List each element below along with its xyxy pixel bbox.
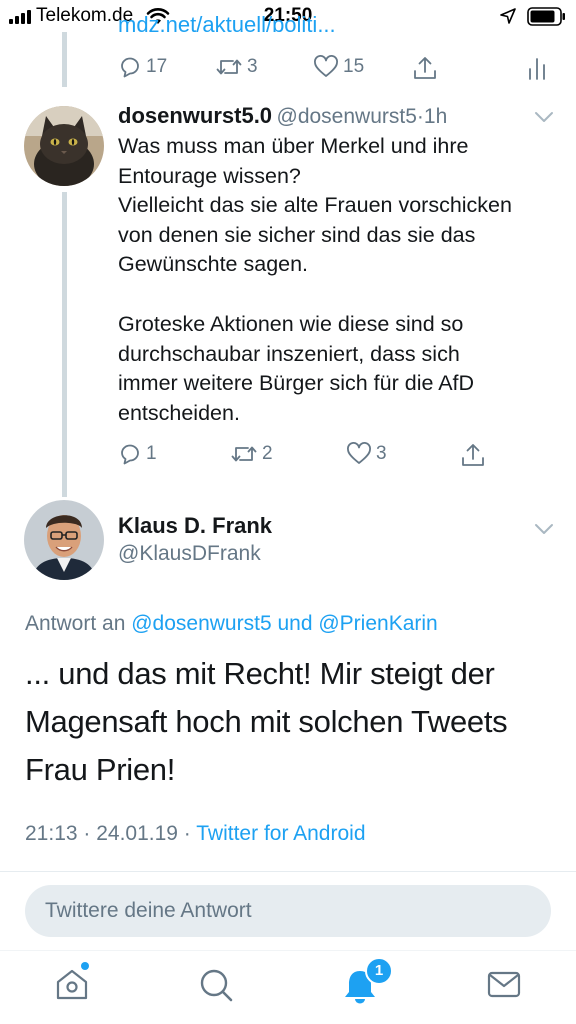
heart-icon — [314, 55, 338, 77]
reply-prefix: Antwort an — [25, 612, 126, 635]
author-handle[interactable]: @KlausDFrank — [118, 542, 261, 566]
mail-icon — [487, 971, 521, 998]
tweet-source-link[interactable]: Twitter for Android — [196, 822, 365, 845]
reply-icon — [121, 444, 139, 465]
home-icon — [56, 962, 89, 1000]
tweet-text: ... und das mit Recht! Mir steigt der Ma… — [25, 656, 508, 787]
reply-button[interactable]: 1 — [118, 442, 157, 466]
retweet-icon — [231, 446, 257, 462]
separator-dot: · — [416, 105, 424, 128]
search-icon — [200, 969, 233, 1002]
like-count: 15 — [343, 56, 365, 77]
tweet-time: 1h — [423, 105, 448, 128]
reply-mention-link[interactable]: @PrienKarin — [318, 612, 437, 635]
tweet-meta: 21:13 · 24.01.19 · Twitter for Android — [25, 822, 366, 846]
cat-avatar-image — [24, 106, 104, 186]
analytics-icon — [529, 58, 545, 80]
divider — [0, 950, 576, 951]
like-button[interactable]: 3 — [346, 442, 387, 466]
retweet-button[interactable]: 2 — [230, 442, 273, 466]
share-button[interactable] — [412, 55, 438, 81]
author-name[interactable]: dosenwurst5.0 — [118, 103, 272, 128]
tab-messages[interactable] — [484, 962, 524, 1006]
man-avatar-image — [24, 500, 104, 580]
reply-button[interactable]: 17 — [118, 55, 167, 79]
reply-mention-link[interactable]: @dosenwurst5 — [131, 612, 271, 635]
reply-to-line: Antwort an @dosenwurst5 und @PrienKarin — [25, 612, 438, 636]
previous-tweet-link[interactable]: mdz.net/aktuell/politi... — [118, 14, 336, 32]
like-button[interactable]: 15 — [313, 55, 364, 79]
retweet-icon — [216, 59, 242, 75]
reply-count: 1 — [146, 443, 157, 464]
tweet-actions: 1 2 3 — [0, 442, 576, 472]
like-count: 3 — [376, 443, 387, 464]
tweet-text: Was muss man über Merkel und ihre Entour… — [118, 134, 512, 276]
tweet-header: dosenwurst5.0 @dosenwurst5·1h — [118, 103, 447, 129]
chevron-down-icon[interactable] — [534, 111, 554, 123]
tweet-text: Groteske Aktionen wie diese sind so durc… — [118, 312, 475, 425]
chevron-down-icon[interactable] — [534, 523, 554, 535]
author-name[interactable]: Klaus D. Frank — [118, 513, 272, 539]
reply-count: 17 — [146, 56, 168, 77]
compose-placeholder: Twittere deine Antwort — [45, 899, 252, 922]
tab-notifications[interactable]: 1 — [340, 957, 393, 1006]
share-icon — [414, 57, 436, 79]
share-button[interactable] — [460, 442, 486, 468]
previous-tweet-actions: 17 3 15 — [0, 55, 576, 85]
reply-icon — [121, 57, 139, 78]
author-handle[interactable]: @dosenwurst5 — [277, 105, 417, 128]
retweet-button[interactable]: 3 — [215, 55, 258, 79]
share-icon — [462, 444, 484, 466]
tab-home[interactable] — [52, 962, 92, 1006]
divider — [0, 871, 576, 872]
analytics-button[interactable] — [527, 55, 547, 81]
notification-badge: 1 — [365, 957, 393, 985]
retweet-count: 3 — [247, 56, 258, 77]
retweet-count: 2 — [262, 443, 273, 464]
reply-and: und — [277, 612, 313, 635]
battery-icon — [527, 7, 565, 26]
location-arrow-icon — [500, 8, 516, 24]
avatar[interactable] — [24, 500, 104, 580]
heart-icon — [347, 442, 371, 464]
avatar[interactable] — [24, 106, 104, 186]
tweet-timestamp: 21:13 · 24.01.19 · — [25, 822, 191, 845]
tab-search[interactable] — [196, 962, 236, 1006]
